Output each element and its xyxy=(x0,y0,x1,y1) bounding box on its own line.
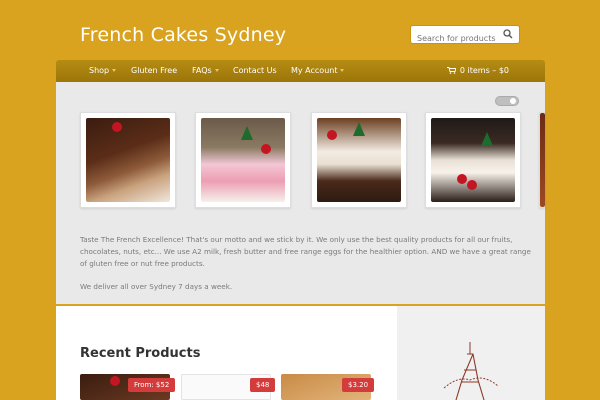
cake-photo xyxy=(86,118,170,202)
slider-image-partial[interactable] xyxy=(539,112,545,208)
tree-decoration xyxy=(353,122,365,136)
slider-image[interactable] xyxy=(80,112,176,208)
price-tag: $48 xyxy=(250,378,276,392)
berry-decoration xyxy=(457,174,467,184)
nav-label: Gluten Free xyxy=(131,66,178,75)
slider-toggle-switch[interactable] xyxy=(495,96,519,106)
cart-icon xyxy=(446,67,456,74)
caret-down-icon xyxy=(112,69,117,72)
cart-summary[interactable]: 0 items – $0 xyxy=(446,66,509,75)
tree-decoration xyxy=(481,132,493,146)
intro-text: Taste The French Excellence! That's our … xyxy=(80,235,531,268)
berry-decoration xyxy=(112,122,122,132)
slider-image[interactable] xyxy=(425,112,521,208)
section-title: Recent Products xyxy=(80,346,201,361)
price-tag: From: $52 xyxy=(128,378,176,392)
main-navigation: Shop Gluten Free FAQs Contact Us My Acco… xyxy=(56,60,545,82)
product-slider xyxy=(56,82,545,304)
eiffel-tower-logo xyxy=(443,342,499,400)
nav-item-contact-us[interactable]: Contact Us xyxy=(233,66,277,75)
nav-label: FAQs xyxy=(192,66,212,75)
berry-decoration xyxy=(261,144,271,154)
berry-decoration xyxy=(327,130,337,140)
berry-decoration xyxy=(467,180,477,190)
search-box xyxy=(410,25,520,47)
cake-photo xyxy=(317,118,401,202)
cake-photo xyxy=(201,118,285,202)
price-tag: $3.20 xyxy=(342,378,375,392)
nav-item-my-account[interactable]: My Account xyxy=(291,66,345,75)
nav-item-shop[interactable]: Shop xyxy=(89,66,117,75)
nav-label: My Account xyxy=(291,66,338,75)
tree-decoration xyxy=(241,126,253,140)
caret-down-icon xyxy=(214,69,219,72)
delivery-note: We deliver all over Sydney 7 days a week… xyxy=(80,282,233,291)
cake-photo xyxy=(431,118,515,202)
search-icon[interactable] xyxy=(503,29,513,39)
nav-label: Contact Us xyxy=(233,66,277,75)
caret-down-icon xyxy=(340,69,345,72)
nav-item-faqs[interactable]: FAQs xyxy=(192,66,219,75)
slider-image[interactable] xyxy=(311,112,407,208)
berry-decoration xyxy=(110,376,120,386)
nav-item-gluten-free[interactable]: Gluten Free xyxy=(131,66,177,75)
nav-label: Shop xyxy=(89,66,110,75)
cake-photo xyxy=(540,113,545,207)
site-title[interactable]: French Cakes Sydney xyxy=(80,24,286,46)
toggle-knob xyxy=(510,98,516,104)
cart-label: 0 items – $0 xyxy=(459,66,509,75)
slider-image[interactable] xyxy=(195,112,291,208)
search-input[interactable] xyxy=(411,30,501,47)
